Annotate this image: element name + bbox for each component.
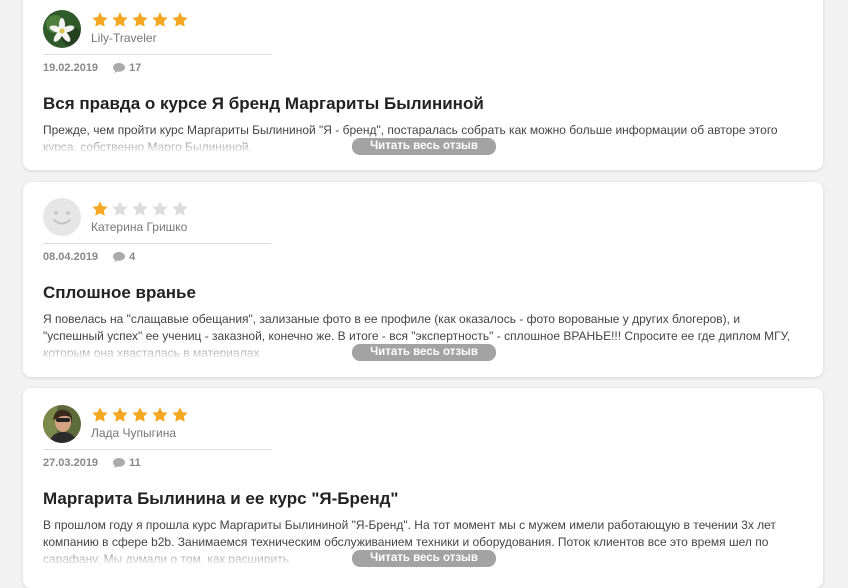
avatar[interactable] xyxy=(43,198,81,236)
star-filled-icon xyxy=(152,12,168,27)
review-title[interactable]: Сплошное вранье xyxy=(43,283,196,303)
review-meta: 08.04.2019 4 xyxy=(43,251,135,263)
review-meta: 27.03.2019 11 xyxy=(43,457,141,469)
star-empty-icon xyxy=(132,201,148,216)
review-card: Катерина Гришко 08.04.2019 4 Сплошное вр… xyxy=(23,182,823,377)
review-title[interactable]: Вся правда о курсе Я бренд Маргариты Был… xyxy=(43,94,484,114)
star-filled-icon xyxy=(92,12,108,27)
review-date: 19.02.2019 xyxy=(43,62,99,74)
avatar[interactable] xyxy=(43,10,81,48)
read-full-review-button[interactable]: Читать весь отзыв xyxy=(351,549,497,568)
star-empty-icon xyxy=(112,201,128,216)
comment-icon xyxy=(113,63,126,73)
author-name[interactable]: Lily-Traveler xyxy=(91,31,157,45)
star-filled-icon xyxy=(112,12,128,27)
review-date: 27.03.2019 xyxy=(43,457,99,469)
author-name[interactable]: Лада Чупыгина xyxy=(91,426,176,440)
read-full-review-button[interactable]: Читать весь отзыв xyxy=(351,343,497,362)
comment-count[interactable]: 11 xyxy=(129,457,141,469)
comment-count[interactable]: 17 xyxy=(129,62,141,74)
comment-count[interactable]: 4 xyxy=(129,251,135,263)
divider xyxy=(43,243,271,244)
review-date: 08.04.2019 xyxy=(43,251,99,263)
review-title[interactable]: Маргарита Былинина и ее курс "Я-Бренд" xyxy=(43,489,398,509)
star-filled-icon xyxy=(172,12,188,27)
star-filled-icon xyxy=(152,407,168,422)
comment-icon xyxy=(113,252,126,262)
star-filled-icon xyxy=(92,407,108,422)
comment-icon xyxy=(113,458,126,468)
divider xyxy=(43,54,271,55)
review-card: Lily-Traveler 19.02.2019 17 Вся правда о… xyxy=(23,0,823,170)
star-filled-icon xyxy=(172,407,188,422)
divider xyxy=(43,449,271,450)
star-filled-icon xyxy=(92,201,108,216)
author-name[interactable]: Катерина Гришко xyxy=(91,220,187,234)
rating-stars xyxy=(91,406,189,424)
avatar[interactable] xyxy=(43,405,81,443)
star-empty-icon xyxy=(152,201,168,216)
star-filled-icon xyxy=(132,12,148,27)
review-card: Лада Чупыгина 27.03.2019 11 Маргарита Бы… xyxy=(23,388,823,588)
rating-stars xyxy=(91,200,189,218)
star-empty-icon xyxy=(172,201,188,216)
rating-stars xyxy=(91,11,189,29)
star-filled-icon xyxy=(132,407,148,422)
review-meta: 19.02.2019 17 xyxy=(43,62,141,74)
star-filled-icon xyxy=(112,407,128,422)
read-full-review-button[interactable]: Читать весь отзыв xyxy=(351,137,497,156)
